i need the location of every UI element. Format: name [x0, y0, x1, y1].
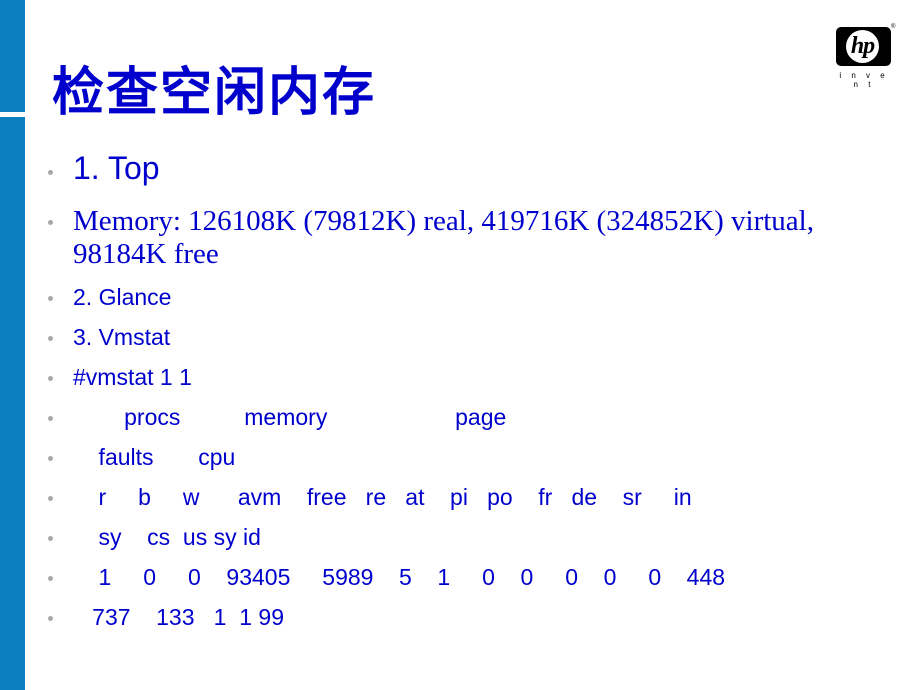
bullet-text: procs memory page	[73, 404, 507, 430]
hp-logo-tagline: i n v e n t	[839, 71, 889, 89]
hp-logo-text: hp	[850, 33, 875, 59]
bullet-dot	[48, 576, 53, 581]
bullet-text: 3. Vmstat	[73, 324, 171, 350]
bullet-dot	[48, 336, 53, 341]
bullet-dot	[48, 220, 53, 225]
slide-title: 检查空闲内存	[52, 63, 377, 123]
bullet-dot	[48, 170, 53, 175]
bullet-text: 2. Glance	[73, 284, 172, 310]
bullet-item: 737 133 1 1 99	[48, 604, 284, 676]
hp-logo: hp ® i n v e n t	[834, 24, 896, 89]
bullet-text: #vmstat 1 1	[73, 364, 192, 390]
bullet-text: 1. Top	[73, 150, 160, 186]
bullet-dot	[48, 496, 53, 501]
bullet-text-continued: 98184K free	[73, 238, 219, 270]
side-accent-bar-top	[0, 0, 25, 112]
bullet-text: Memory: 126108K (79812K) real, 419716K (…	[73, 205, 814, 237]
bullet-dot	[48, 616, 53, 621]
bullet-dot	[48, 376, 53, 381]
bullet-text: faults cpu	[73, 444, 236, 470]
bullet-dot	[48, 456, 53, 461]
bullet-text: 1 0 0 93405 5989 5 1 0 0 0 0 0 448	[73, 564, 726, 590]
bullet-dot	[48, 536, 53, 541]
registered-mark: ®	[891, 24, 896, 30]
bullet-dot	[48, 296, 53, 301]
bullet-text: 737 133 1 1 99	[73, 604, 284, 630]
bullet-dot	[48, 416, 53, 421]
bullet-text: sy cs us sy id	[73, 524, 261, 550]
bullet-item: Memory: 126108K (79812K) real, 419716K (…	[48, 205, 814, 295]
side-accent-bar-bottom	[0, 117, 25, 690]
bullet-text: r b w avm free re at pi po fr de sr in	[73, 484, 692, 510]
